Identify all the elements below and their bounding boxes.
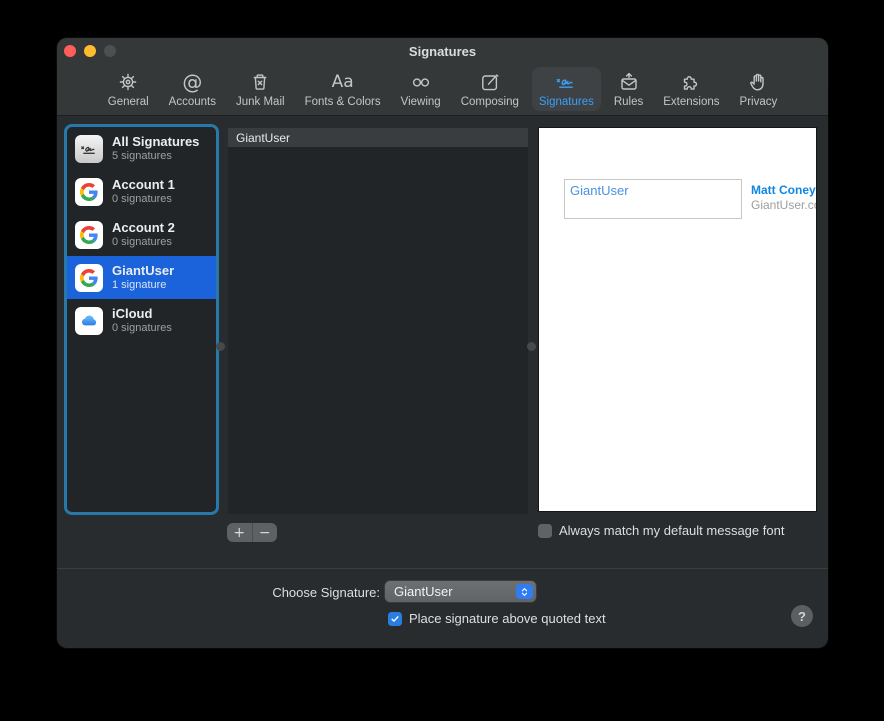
- google-icon: [75, 178, 103, 206]
- pane-resize-handle[interactable]: [527, 342, 536, 351]
- account-signature-count: 0 signatures: [112, 194, 175, 205]
- google-icon: [75, 221, 103, 249]
- account-name: All Signatures: [112, 135, 199, 151]
- window-header: Signatures General @ Accounts Junk Ma: [57, 38, 828, 116]
- signature-list-item[interactable]: GiantUser: [228, 128, 528, 147]
- signature-icon: [75, 135, 103, 163]
- icloud-icon: [75, 307, 103, 335]
- tab-label: Fonts & Colors: [305, 96, 381, 108]
- account-row-icloud[interactable]: iCloud 0 signatures: [67, 299, 216, 342]
- tab-label: Rules: [614, 96, 643, 108]
- google-icon: [75, 264, 103, 292]
- signature-scribble-icon: [553, 69, 579, 95]
- signature-contact-block: Matt Coneyb GiantUser.co: [751, 183, 817, 213]
- tab-label: Extensions: [663, 96, 719, 108]
- account-name: Account 2: [112, 221, 175, 237]
- signature-placeholder-box: GiantUser: [564, 179, 742, 219]
- contact-domain: GiantUser.co: [751, 198, 817, 213]
- signature-preview-pane[interactable]: GiantUser Matt Coneyb GiantUser.co: [538, 127, 817, 512]
- account-signature-count: 1 signature: [112, 280, 174, 291]
- account-signature-count: 0 signatures: [112, 237, 175, 248]
- match-font-option: Always match my default message font: [538, 523, 784, 538]
- pane-resize-handle[interactable]: [216, 342, 225, 351]
- preferences-toolbar: General @ Accounts Junk Mail Aa Fonts & …: [57, 65, 828, 115]
- accounts-list: All Signatures 5 signatures Account 1 0 …: [64, 124, 219, 515]
- tab-label: Composing: [461, 96, 519, 108]
- match-font-label: Always match my default message font: [559, 523, 784, 538]
- tab-extensions[interactable]: Extensions: [656, 67, 726, 111]
- fonts-aa-icon: Aa: [332, 69, 354, 95]
- account-name: Account 1: [112, 178, 175, 194]
- envelope-rules-icon: [617, 69, 641, 95]
- tab-viewing[interactable]: Viewing: [394, 67, 448, 111]
- popup-chevrons-icon: [516, 584, 533, 599]
- place-above-checkbox-checked[interactable]: [388, 612, 402, 626]
- account-row-giantuser-selected[interactable]: GiantUser 1 signature: [67, 256, 216, 299]
- mail-preferences-window: Signatures General @ Accounts Junk Ma: [57, 38, 828, 648]
- tab-rules[interactable]: Rules: [607, 67, 650, 111]
- at-sign-icon: @: [182, 69, 202, 95]
- account-row-account-1[interactable]: Account 1 0 signatures: [67, 170, 216, 213]
- tab-fonts-colors[interactable]: Aa Fonts & Colors: [298, 67, 388, 111]
- account-signature-count: 0 signatures: [112, 323, 172, 334]
- tab-composing[interactable]: Composing: [454, 67, 526, 111]
- account-row-account-2[interactable]: Account 2 0 signatures: [67, 213, 216, 256]
- place-above-option: Place signature above quoted text: [388, 611, 606, 626]
- tab-junk-mail[interactable]: Junk Mail: [229, 67, 292, 111]
- tab-label: Accounts: [169, 96, 216, 108]
- puzzle-icon: [679, 69, 703, 95]
- tab-label: Junk Mail: [236, 96, 285, 108]
- tab-label: Privacy: [740, 96, 778, 108]
- window-title: Signatures: [57, 44, 828, 59]
- footer-divider: [57, 568, 828, 569]
- signatures-list: GiantUser: [228, 128, 528, 514]
- tab-signatures-selected[interactable]: Signatures: [532, 67, 601, 111]
- tab-general[interactable]: General: [101, 67, 156, 111]
- tab-label: Viewing: [401, 96, 441, 108]
- remove-signature-button[interactable]: −: [253, 523, 278, 542]
- account-name: GiantUser: [112, 264, 174, 280]
- choose-signature-label: Choose Signature:: [237, 585, 380, 600]
- add-signature-button[interactable]: +: [227, 523, 253, 542]
- place-above-label: Place signature above quoted text: [409, 611, 606, 626]
- popup-selected-value: GiantUser: [385, 584, 516, 599]
- signature-add-remove-control: + −: [227, 523, 277, 542]
- tab-label: General: [108, 96, 149, 108]
- compose-pencil-icon: [478, 69, 502, 95]
- tab-label: Signatures: [539, 96, 594, 108]
- match-font-checkbox-unchecked[interactable]: [538, 524, 552, 538]
- choose-signature-popup[interactable]: GiantUser: [385, 581, 536, 602]
- account-name: iCloud: [112, 307, 172, 323]
- trash-x-icon: [248, 69, 272, 95]
- hand-icon: [746, 69, 770, 95]
- desktop-background: Signatures General @ Accounts Junk Ma: [0, 0, 884, 721]
- contact-name: Matt Coneyb: [751, 183, 817, 198]
- account-row-all-signatures[interactable]: All Signatures 5 signatures: [67, 127, 216, 170]
- tab-privacy[interactable]: Privacy: [733, 67, 785, 111]
- gear-icon: [116, 69, 140, 95]
- tab-accounts[interactable]: @ Accounts: [162, 67, 223, 111]
- account-signature-count: 5 signatures: [112, 151, 199, 162]
- help-button[interactable]: ?: [791, 605, 813, 627]
- glasses-icon: [409, 69, 433, 95]
